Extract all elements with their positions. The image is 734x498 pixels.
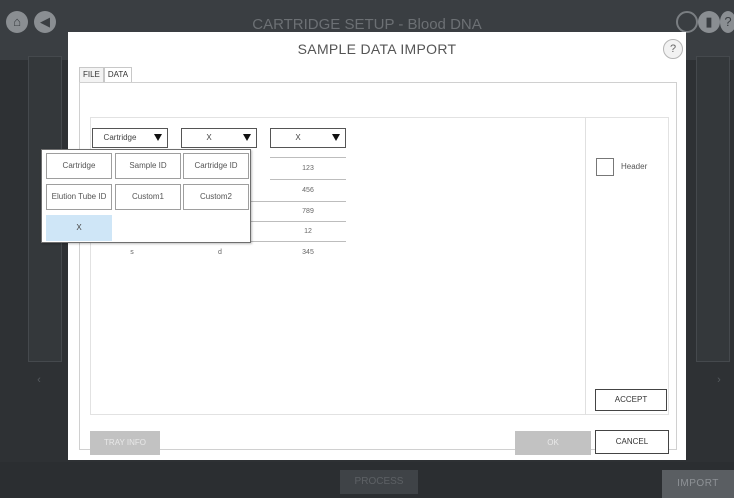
column-2-label: X	[206, 133, 212, 142]
table-cell: s	[130, 249, 134, 256]
dropdown-option-elution-tube-id[interactable]: Elution Tube ID	[46, 184, 112, 210]
column-type-dropdown: Cartridge Sample ID Cartridge ID Elution…	[41, 149, 251, 243]
column-1-select[interactable]: Cartridge	[92, 128, 168, 148]
accept-button[interactable]: ACCEPT	[595, 389, 667, 411]
help-button[interactable]: ?	[663, 39, 683, 59]
import-button[interactable]: IMPORT	[662, 470, 734, 498]
right-lane-column	[696, 56, 730, 362]
header-checkbox[interactable]	[596, 158, 614, 176]
dropdown-option-cartridge[interactable]: Cartridge	[46, 153, 112, 179]
table-cell: 345	[302, 249, 314, 256]
process-button[interactable]: PROCESS	[340, 470, 418, 494]
row-divider	[270, 179, 346, 180]
tray-info-button[interactable]: TRAY INFO	[90, 431, 160, 455]
scroll-left-icon[interactable]: ‹	[24, 374, 54, 394]
table-cell: 123	[302, 165, 314, 172]
dialog-title: SAMPLE DATA IMPORT	[297, 41, 457, 57]
dropdown-option-x[interactable]: X	[46, 215, 112, 241]
tab-bar: FILE DATA	[79, 67, 133, 83]
row-divider	[270, 157, 346, 158]
dropdown-option-custom2[interactable]: Custom2	[183, 184, 249, 210]
table-cell: d	[218, 249, 222, 256]
chevron-down-icon	[154, 134, 162, 141]
table-cell: 12	[304, 228, 312, 235]
dropdown-option-custom1[interactable]: Custom1	[115, 184, 181, 210]
dropdown-option-sample-id[interactable]: Sample ID	[115, 153, 181, 179]
column-3-label: X	[295, 133, 301, 142]
tab-data[interactable]: DATA	[103, 67, 133, 83]
help-icon-background[interactable]: ?	[720, 11, 734, 33]
ok-button[interactable]: OK	[515, 431, 591, 455]
sample-data-import-dialog: SAMPLE DATA IMPORT ? FILE DATA Cartridge…	[68, 32, 686, 460]
app-title: CARTRIDGE SETUP - Blood DNA	[252, 16, 482, 33]
table-cell: 789	[302, 208, 314, 215]
tab-file[interactable]: FILE	[79, 67, 104, 83]
chevron-down-icon	[332, 134, 340, 141]
search-icon[interactable]	[676, 11, 698, 33]
chevron-down-icon	[243, 134, 251, 141]
column-2-select[interactable]: X	[181, 128, 257, 148]
device-icon[interactable]: ▮	[698, 11, 720, 33]
data-panel: Cartridge X X 123 456 789 12 s d 345 Hea…	[79, 82, 677, 450]
header-checkbox-label: Header	[621, 162, 648, 171]
scroll-right-icon[interactable]: ›	[704, 374, 734, 394]
table-cell: 456	[302, 187, 314, 194]
cancel-button[interactable]: CANCEL	[595, 430, 669, 454]
column-1-label: Cartridge	[103, 133, 137, 142]
dropdown-option-cartridge-id[interactable]: Cartridge ID	[183, 153, 249, 179]
column-3-select[interactable]: X	[270, 128, 346, 148]
preview-divider	[585, 117, 586, 415]
